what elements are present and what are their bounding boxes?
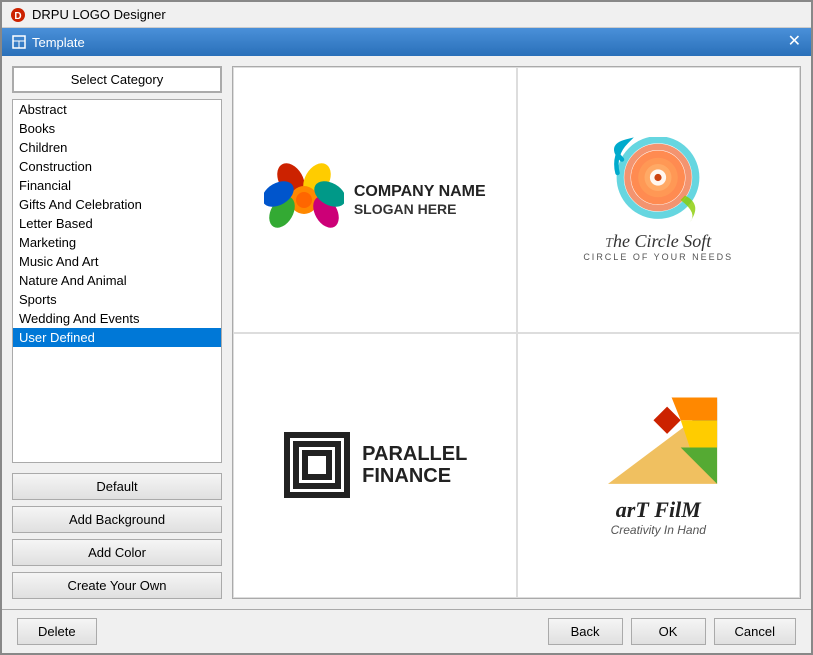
logo4-name: arT FilM xyxy=(611,497,706,523)
category-item-wedding[interactable]: Wedding And Events xyxy=(13,309,221,328)
template-icon xyxy=(12,35,26,49)
add-color-button[interactable]: Add Color xyxy=(12,539,222,566)
dialog-title: Template xyxy=(12,35,85,50)
category-item-letter[interactable]: Letter Based xyxy=(13,214,221,233)
category-item-nature[interactable]: Nature And Animal xyxy=(13,271,221,290)
app-title-bar: D DRPU LOGO Designer xyxy=(2,2,811,28)
category-item-construction[interactable]: Construction xyxy=(13,157,221,176)
logo4: arT FilM Creativity In Hand xyxy=(593,393,723,537)
category-item-music[interactable]: Music And Art xyxy=(13,252,221,271)
logo4-text: arT FilM Creativity In Hand xyxy=(611,497,706,537)
logo1: COMPANY NAME SLOGAN HERE xyxy=(264,160,486,240)
back-button[interactable]: Back xyxy=(548,618,623,645)
parallel-logo-icon xyxy=(282,430,352,500)
cancel-button[interactable]: Cancel xyxy=(714,618,796,645)
category-item-marketing[interactable]: Marketing xyxy=(13,233,221,252)
circle-logo-icon xyxy=(598,137,718,227)
logo4-slogan: Creativity In Hand xyxy=(611,523,706,537)
ok-button[interactable]: OK xyxy=(631,618,706,645)
delete-button[interactable]: Delete xyxy=(17,618,97,645)
add-background-button[interactable]: Add Background xyxy=(12,506,222,533)
logo3-line1: PARALLEL xyxy=(362,443,467,465)
app-title: DRPU LOGO Designer xyxy=(32,7,166,22)
logo3: PARALLEL FINANCE xyxy=(282,430,467,500)
footer-left: Delete xyxy=(17,618,97,645)
logo3-line2: FINANCE xyxy=(362,465,467,487)
close-button[interactable]: ✕ xyxy=(788,34,801,50)
category-item-user-defined[interactable]: User Defined xyxy=(13,328,221,347)
logo-cell-4[interactable]: arT FilM Creativity In Hand xyxy=(517,333,801,599)
app-title-row: D DRPU LOGO Designer xyxy=(10,7,166,23)
logo3-text: PARALLEL FINANCE xyxy=(362,443,467,487)
left-panel: Select Category Abstract Books Children … xyxy=(12,66,222,599)
category-item-gifts[interactable]: Gifts And Celebration xyxy=(13,195,221,214)
logo1-text: COMPANY NAME SLOGAN HERE xyxy=(354,182,486,217)
logo2-name: The Circle Soft xyxy=(583,231,733,252)
content-area: Select Category Abstract Books Children … xyxy=(2,56,811,609)
category-item-books[interactable]: Books xyxy=(13,119,221,138)
app-icon: D xyxy=(10,7,26,23)
logo-cell-2[interactable]: The Circle Soft CIRCLE OF YOUR NEEDS xyxy=(517,67,801,333)
logo-grid: COMPANY NAME SLOGAN HERE xyxy=(232,66,801,599)
footer: Delete Back OK Cancel xyxy=(2,609,811,653)
logo-cell-1[interactable]: COMPANY NAME SLOGAN HERE xyxy=(233,67,517,333)
action-buttons: Default Add Background Add Color Create … xyxy=(12,473,222,599)
category-item-sports[interactable]: Sports xyxy=(13,290,221,309)
svg-text:D: D xyxy=(14,11,21,22)
logo1-company: COMPANY NAME xyxy=(354,182,486,201)
create-your-own-button[interactable]: Create Your Own xyxy=(12,572,222,599)
logo2-text: The Circle Soft CIRCLE OF YOUR NEEDS xyxy=(583,231,733,262)
main-window: D DRPU LOGO Designer Template ✕ Select C… xyxy=(0,0,813,655)
art-film-logo-icon xyxy=(593,393,723,493)
logo2-slogan: CIRCLE OF YOUR NEEDS xyxy=(583,252,733,262)
category-list[interactable]: Abstract Books Children Construction Fin… xyxy=(12,99,222,463)
category-item-financial[interactable]: Financial xyxy=(13,176,221,195)
default-button[interactable]: Default xyxy=(12,473,222,500)
petal-logo-icon xyxy=(264,160,344,240)
category-item-abstract[interactable]: Abstract xyxy=(13,100,221,119)
logo2: The Circle Soft CIRCLE OF YOUR NEEDS xyxy=(583,137,733,262)
category-item-children[interactable]: Children xyxy=(13,138,221,157)
select-category-label: Select Category xyxy=(12,66,222,93)
logo-cell-3[interactable]: PARALLEL FINANCE xyxy=(233,333,517,599)
footer-right: Back OK Cancel xyxy=(548,618,796,645)
logo1-slogan: SLOGAN HERE xyxy=(354,201,486,217)
dialog-title-bar: Template ✕ xyxy=(2,28,811,56)
